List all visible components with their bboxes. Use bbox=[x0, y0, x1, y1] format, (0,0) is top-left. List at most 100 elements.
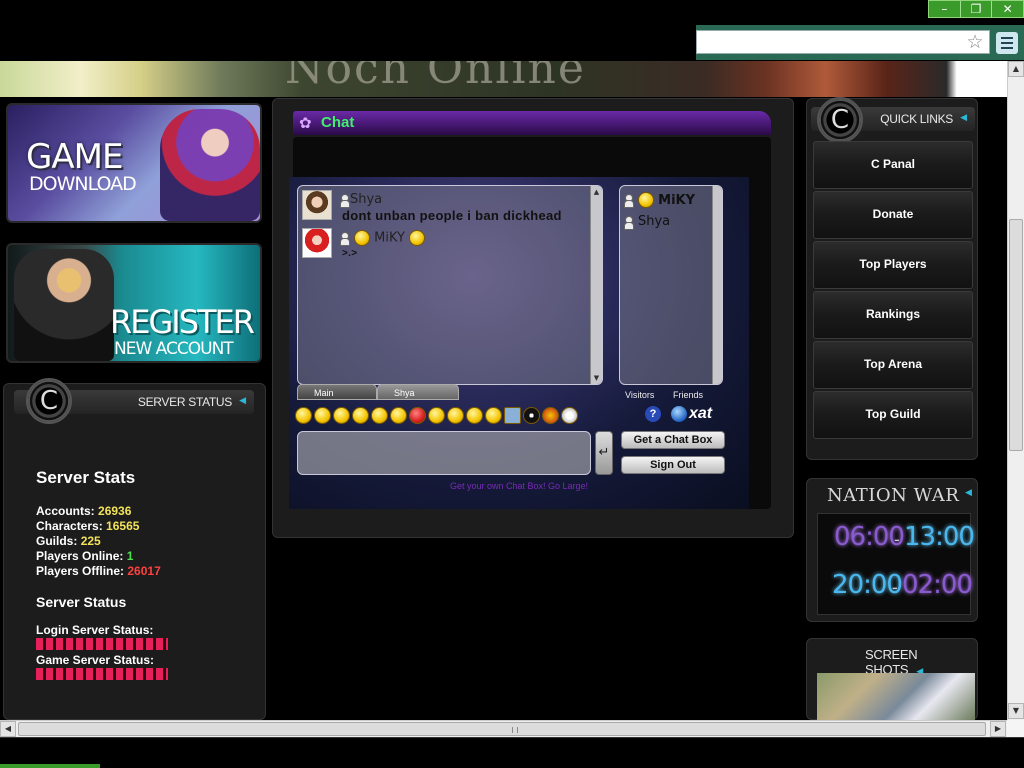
scroll-up-icon[interactable]: ▲ bbox=[1008, 61, 1024, 77]
quick-links-panel: QUICK LINKS ◀ C C Panal Donate Top Playe… bbox=[806, 97, 978, 460]
star-icon[interactable]: ☆ bbox=[964, 31, 986, 53]
user-icon bbox=[624, 194, 634, 208]
emoji-bar bbox=[295, 405, 578, 425]
war-time-end: 13:00 bbox=[904, 522, 975, 552]
chat-title: Chat bbox=[321, 114, 355, 131]
surprised-icon[interactable] bbox=[352, 406, 369, 424]
tongue-icon[interactable] bbox=[371, 406, 388, 424]
xat-globe-icon bbox=[671, 405, 687, 422]
quick-link-top-players[interactable]: Top Players bbox=[813, 241, 973, 289]
quick-link-top-arena[interactable]: Top Arena bbox=[813, 341, 973, 389]
blush-icon[interactable] bbox=[447, 406, 464, 424]
message-author[interactable]: Shya bbox=[350, 192, 382, 207]
stat-accounts: Accounts: 26936 bbox=[36, 504, 132, 518]
status-bar bbox=[0, 737, 1024, 768]
server-status-panel: SERVER STATUS ◀ C Server Stats Accounts:… bbox=[3, 378, 266, 720]
smiley-icon bbox=[409, 230, 426, 246]
window-controls: – ❐ ✕ bbox=[928, 0, 1024, 18]
character-art bbox=[14, 249, 114, 361]
restore-icon[interactable]: ❐ bbox=[959, 1, 992, 17]
horizontal-scroll-thumb[interactable] bbox=[18, 722, 986, 736]
xat-chat-box: Shya dont unban people i ban dickhead Mi… bbox=[289, 177, 749, 509]
game-download-banner[interactable]: GAME DOWNLOAD bbox=[6, 103, 262, 223]
vertical-scrollbar[interactable]: ▲ ▼ bbox=[1007, 61, 1024, 720]
more-smilies-icon[interactable] bbox=[504, 406, 521, 424]
get-chat-box-button[interactable]: Get a Chat Box bbox=[621, 431, 725, 449]
scroll-left-icon[interactable]: ◀ bbox=[0, 721, 16, 737]
sign-out-button[interactable]: Sign Out bbox=[621, 456, 725, 474]
nation-war-title: NATION WAR ◀ bbox=[827, 485, 973, 506]
user-list: MiKY Shya bbox=[619, 185, 723, 385]
smiley-icon[interactable] bbox=[295, 406, 312, 424]
quick-link-c-panal[interactable]: C Panal bbox=[813, 141, 973, 189]
chat-header: ✿ Chat bbox=[293, 111, 771, 135]
horizontal-scrollbar[interactable]: ◀ ▶ bbox=[0, 720, 1007, 737]
quick-link-donate[interactable]: Donate bbox=[813, 191, 973, 239]
avatar[interactable] bbox=[302, 190, 332, 220]
screenshot-thumbnail[interactable] bbox=[817, 673, 975, 721]
avatar[interactable] bbox=[302, 228, 332, 258]
close-icon[interactable]: ✕ bbox=[991, 1, 1023, 17]
site-logo[interactable]: Noch Online bbox=[285, 61, 586, 94]
menu-icon[interactable] bbox=[996, 32, 1018, 54]
scrollbar-corner bbox=[1007, 720, 1024, 737]
message-area[interactable]: Shya dont unban people i ban dickhead Mi… bbox=[297, 185, 603, 385]
game-server-indicator bbox=[36, 668, 168, 680]
stat-characters: Characters: 16565 bbox=[36, 519, 140, 533]
message-author[interactable]: MiKY bbox=[354, 230, 426, 246]
grin-icon[interactable] bbox=[314, 406, 331, 424]
character-art bbox=[160, 109, 260, 221]
scroll-down-icon[interactable]: ▼ bbox=[1008, 703, 1024, 719]
flower-icon: ✿ bbox=[299, 114, 312, 132]
tab-main[interactable]: Main bbox=[297, 384, 377, 400]
user-icon bbox=[340, 194, 350, 208]
triangle-icon: ◀ bbox=[965, 488, 973, 498]
minimize-icon[interactable]: – bbox=[929, 1, 960, 17]
quick-link-rankings[interactable]: Rankings bbox=[813, 291, 973, 339]
user-tabs: Visitors Friends bbox=[619, 388, 723, 402]
screen-shots-panel: SCREEN SHOTS ◀ bbox=[806, 638, 978, 721]
user-list-item[interactable]: MiKY bbox=[624, 192, 695, 208]
tab-friends[interactable]: Friends bbox=[673, 388, 703, 402]
quick-link-top-guild[interactable]: Top Guild bbox=[813, 391, 973, 439]
login-server-label: Login Server Status: bbox=[36, 623, 154, 637]
register-banner[interactable]: REGISTER NEW ACCOUNT bbox=[6, 243, 262, 363]
message-text: >.> bbox=[342, 248, 358, 259]
scroll-up-icon[interactable]: ▲ bbox=[591, 186, 602, 198]
site-banner: Noch Online bbox=[0, 61, 1007, 97]
crying-icon[interactable] bbox=[485, 406, 502, 424]
scroll-down-icon[interactable]: ▼ bbox=[591, 372, 602, 384]
angry-icon[interactable] bbox=[409, 406, 426, 424]
send-button[interactable]: ↵ bbox=[595, 431, 613, 475]
address-bar[interactable] bbox=[696, 30, 990, 54]
xat-logo[interactable]: xat bbox=[671, 405, 712, 423]
confused-icon[interactable] bbox=[428, 406, 445, 424]
sound-icon[interactable] bbox=[561, 406, 578, 424]
user-list-item[interactable]: Shya bbox=[624, 214, 670, 230]
user-icon bbox=[340, 232, 350, 246]
game-server-label: Game Server Status: bbox=[36, 653, 155, 667]
wink-icon[interactable] bbox=[333, 406, 350, 424]
scroll-right-icon[interactable]: ▶ bbox=[990, 721, 1006, 737]
time-separator: - bbox=[894, 530, 900, 549]
chat-input[interactable] bbox=[297, 431, 591, 475]
message-scrollbar[interactable]: ▲ ▼ bbox=[590, 186, 602, 384]
cool-icon[interactable] bbox=[390, 406, 407, 424]
triangle-icon: ◀ bbox=[239, 396, 246, 406]
chat-box-promo-link[interactable]: Get your own Chat Box! Go Large! bbox=[289, 481, 749, 491]
help-icon[interactable]: ? bbox=[645, 406, 661, 422]
star-burst-icon[interactable] bbox=[542, 406, 559, 424]
sad-icon[interactable] bbox=[466, 406, 483, 424]
stat-players-online: Players Online: 1 bbox=[36, 549, 134, 563]
user-list-scrollbar[interactable] bbox=[712, 186, 722, 384]
smiley-icon bbox=[638, 192, 654, 208]
chat-frame: Shya dont unban people i ban dickhead Mi… bbox=[289, 137, 771, 509]
user-icon bbox=[624, 216, 634, 230]
game-download-title: GAME bbox=[26, 137, 123, 177]
stats-title: Server Stats bbox=[36, 468, 136, 487]
tab-visitors[interactable]: Visitors bbox=[625, 388, 654, 402]
vertical-scroll-thumb[interactable] bbox=[1009, 219, 1023, 451]
server-status-header-label: SERVER STATUS bbox=[137, 395, 232, 409]
tab-private-shya[interactable]: Shya bbox=[377, 384, 459, 400]
eightball-icon[interactable] bbox=[523, 406, 540, 424]
